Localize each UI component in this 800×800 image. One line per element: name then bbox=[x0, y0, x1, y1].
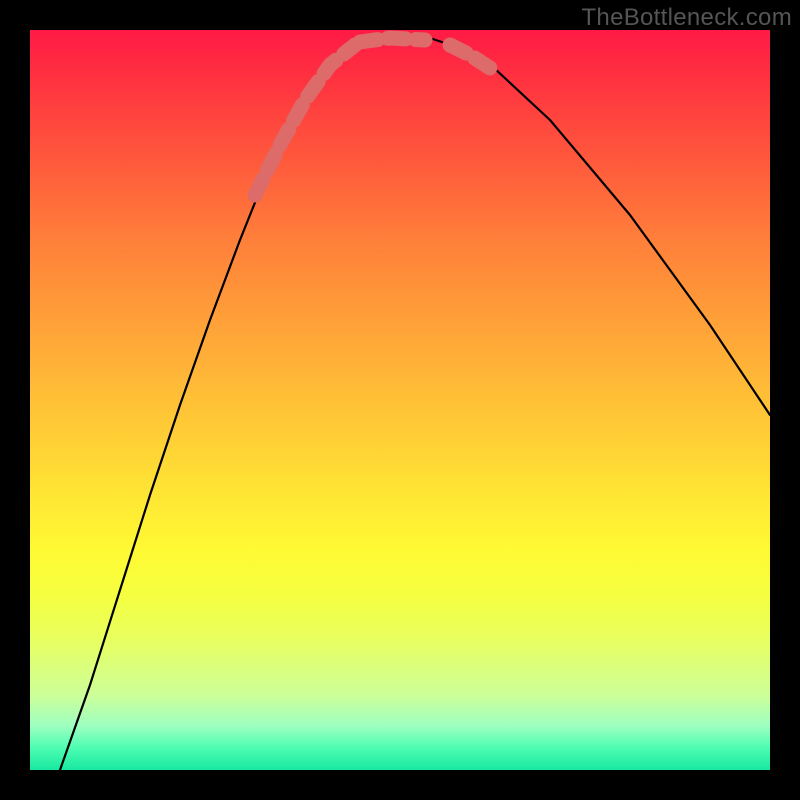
curve-svg bbox=[30, 30, 770, 770]
accent-segment-right bbox=[450, 45, 490, 68]
bottleneck-curve bbox=[60, 38, 770, 770]
plot-area bbox=[30, 30, 770, 770]
accent-segment-left bbox=[255, 45, 355, 195]
watermark-text: TheBottleneck.com bbox=[581, 4, 792, 32]
chart-frame: TheBottleneck.com bbox=[0, 0, 800, 800]
accent-segment-bottom bbox=[360, 38, 425, 42]
